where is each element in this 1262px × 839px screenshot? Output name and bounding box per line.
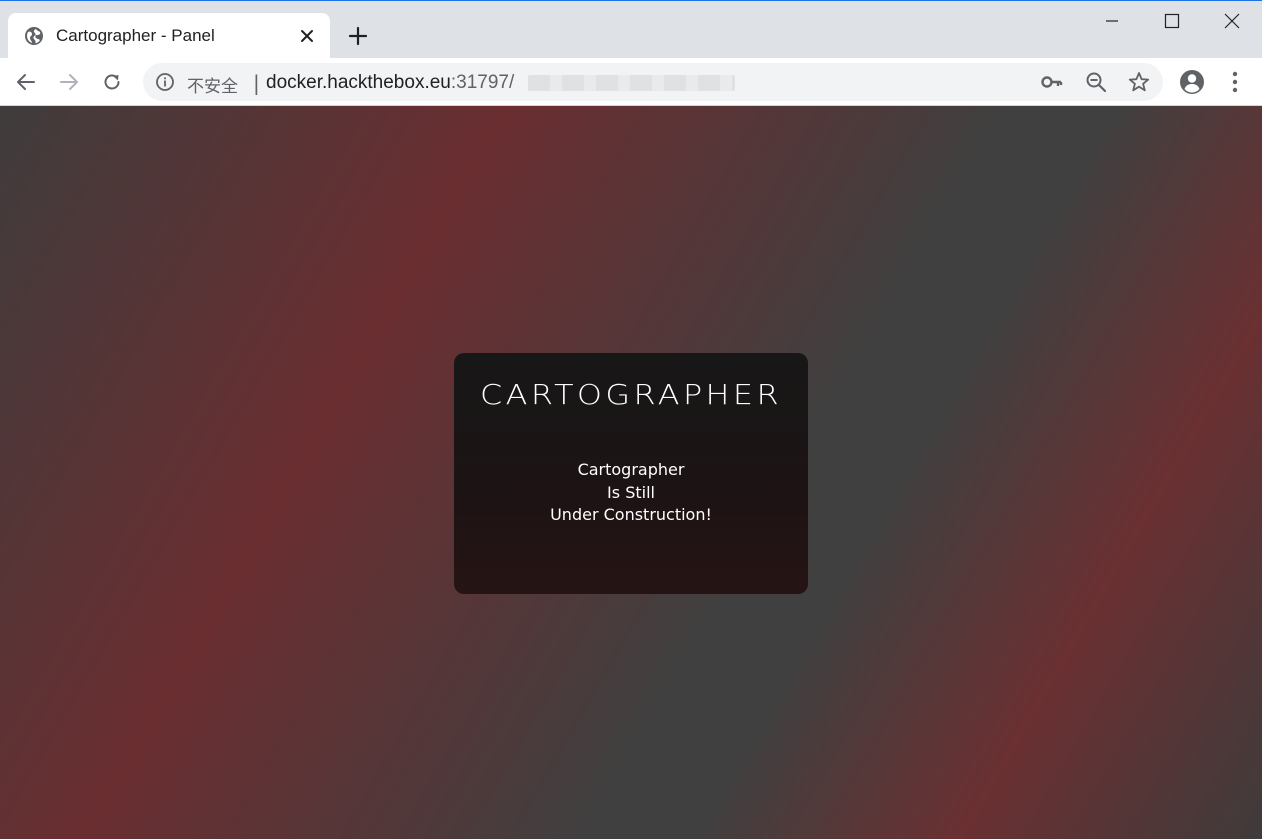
kebab-menu-icon bbox=[1232, 71, 1238, 93]
url-text[interactable]: docker.hackthebox.eu:31797/ bbox=[266, 72, 514, 94]
star-icon[interactable] bbox=[1127, 70, 1151, 94]
close-tab-icon[interactable] bbox=[296, 25, 318, 47]
message-line-3: Under Construction! bbox=[550, 505, 712, 524]
message-line-1: Cartographer bbox=[577, 460, 685, 479]
message-line-2: Is Still bbox=[607, 482, 655, 502]
minimize-icon bbox=[1106, 20, 1118, 22]
menu-button[interactable] bbox=[1220, 67, 1250, 97]
arrow-right-icon bbox=[60, 74, 78, 90]
minimize-button[interactable] bbox=[1082, 1, 1142, 41]
info-icon[interactable] bbox=[155, 72, 175, 92]
svg-text:CARTOGRAPHER: CARTOGRAPHER bbox=[480, 378, 782, 411]
construction-message: Cartographer Is Still Under Construction… bbox=[454, 459, 808, 527]
zoom-out-icon[interactable] bbox=[1084, 70, 1108, 94]
url-port: :31797/ bbox=[450, 72, 515, 93]
tab-cartographer[interactable]: Cartographer - Panel bbox=[8, 13, 330, 59]
maximize-button[interactable] bbox=[1142, 1, 1202, 41]
address-bar[interactable]: 不安全 | docker.hackthebox.eu:31797/ bbox=[143, 63, 1163, 101]
security-label[interactable]: 不安全 bbox=[187, 72, 238, 97]
browser-window: Cartographer - Panel 不安全 | docker.hackth… bbox=[0, 0, 1262, 839]
back-button[interactable] bbox=[11, 67, 41, 97]
title-bar: Cartographer - Panel bbox=[0, 0, 1262, 59]
maximize-icon bbox=[1164, 13, 1180, 29]
reload-icon bbox=[104, 74, 120, 90]
new-tab-button[interactable] bbox=[344, 22, 372, 50]
construction-card: CARTOGRAPHER Cartographer Is Still Under… bbox=[454, 353, 808, 594]
plus-icon bbox=[348, 26, 368, 46]
cartographer-logo: CARTOGRAPHER bbox=[480, 378, 782, 411]
redacted-url-path bbox=[528, 75, 735, 91]
account-icon bbox=[1180, 70, 1204, 94]
arrow-left-icon bbox=[17, 74, 35, 90]
globe-icon bbox=[24, 26, 44, 46]
toolbar: 不安全 | docker.hackthebox.eu:31797/ bbox=[0, 58, 1262, 106]
tab-title: Cartographer - Panel bbox=[56, 26, 215, 45]
profile-button[interactable] bbox=[1177, 67, 1207, 97]
key-icon[interactable] bbox=[1040, 70, 1064, 94]
forward-button[interactable] bbox=[54, 67, 84, 97]
reload-button[interactable] bbox=[97, 67, 127, 97]
url-host: docker.hackthebox.eu bbox=[266, 72, 451, 93]
omnibox-separator: | bbox=[253, 71, 260, 95]
page-content: CARTOGRAPHER Cartographer Is Still Under… bbox=[0, 106, 1262, 839]
close-icon bbox=[1224, 13, 1240, 29]
close-window-button[interactable] bbox=[1202, 1, 1262, 41]
